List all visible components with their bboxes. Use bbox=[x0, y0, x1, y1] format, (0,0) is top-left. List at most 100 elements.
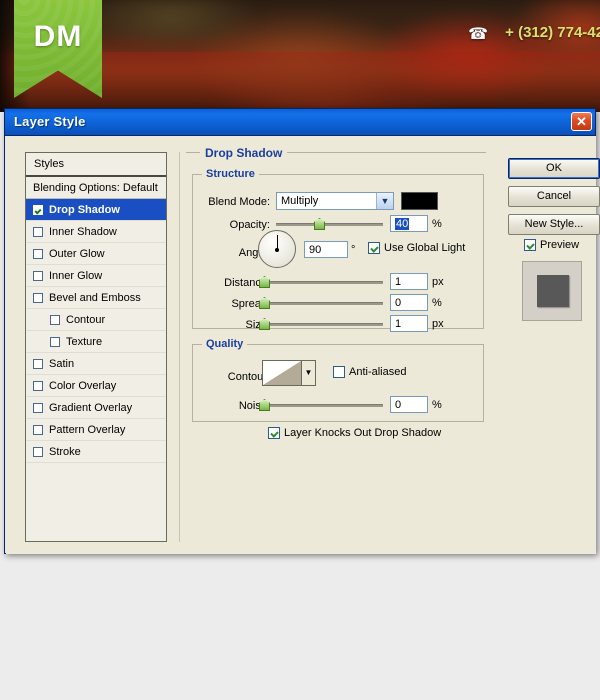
distance-input[interactable]: 1 bbox=[390, 273, 428, 290]
site-banner: DM ☎ + (312) 774-42 bbox=[0, 0, 600, 112]
style-label: Drop Shadow bbox=[49, 203, 120, 216]
opacity-value: 40 bbox=[395, 218, 410, 230]
style-label: Gradient Overlay bbox=[49, 401, 133, 414]
ok-button[interactable]: OK bbox=[508, 158, 600, 179]
bevel-emboss-checkbox[interactable] bbox=[33, 292, 43, 303]
use-global-light-label: Use Global Light bbox=[384, 242, 466, 254]
sidebar-item-inner-glow[interactable]: Inner Glow bbox=[26, 265, 166, 287]
phone-icon: ☎ bbox=[468, 26, 488, 43]
color-overlay-checkbox[interactable] bbox=[33, 380, 43, 391]
use-global-light-option[interactable]: Use Global Light bbox=[368, 242, 465, 254]
sidebar-item-bevel-and-emboss[interactable]: Bevel and Emboss bbox=[26, 287, 166, 309]
preview-thumbnail bbox=[522, 261, 582, 321]
cancel-button[interactable]: Cancel bbox=[508, 186, 600, 207]
drop-shadow-settings-panel: Drop Shadow Structure Blend Mode: Multip… bbox=[179, 146, 491, 542]
layer-knocks-out-label: Layer Knocks Out Drop Shadow bbox=[284, 427, 442, 439]
contour-checkbox[interactable] bbox=[50, 314, 60, 325]
spread-slider[interactable] bbox=[259, 297, 383, 309]
pattern-overlay-checkbox[interactable] bbox=[33, 424, 43, 435]
sidebar-item-stroke[interactable]: Stroke bbox=[26, 441, 166, 463]
opacity-unit: % bbox=[432, 218, 442, 230]
inner-glow-checkbox[interactable] bbox=[33, 270, 43, 281]
spread-input[interactable]: 0 bbox=[390, 294, 428, 311]
preview-option[interactable]: Preview bbox=[524, 239, 579, 251]
sidebar-item-gradient-overlay[interactable]: Gradient Overlay bbox=[26, 397, 166, 419]
style-label: Stroke bbox=[49, 445, 81, 458]
structure-legend: Structure bbox=[202, 168, 259, 180]
dialog-title: Layer Style bbox=[14, 114, 86, 129]
inner-shadow-checkbox[interactable] bbox=[33, 226, 43, 237]
texture-checkbox[interactable] bbox=[50, 336, 60, 347]
layer-style-dialog: Layer Style ✕ Styles Blending Options: D… bbox=[4, 108, 600, 554]
angle-input[interactable]: 90 bbox=[304, 241, 348, 258]
spread-slider-thumb[interactable] bbox=[259, 297, 270, 309]
preview-thumbnail-square bbox=[537, 275, 569, 307]
drop-shadow-section-rule: Drop Shadow bbox=[186, 146, 486, 165]
dialog-titlebar[interactable]: Layer Style ✕ bbox=[5, 109, 595, 136]
style-label: Satin bbox=[49, 357, 75, 370]
size-slider-track bbox=[259, 323, 383, 326]
size-unit: px bbox=[432, 318, 444, 330]
layer-knocks-out-checkbox[interactable] bbox=[268, 427, 280, 439]
spread-slider-track bbox=[259, 302, 383, 305]
noise-input[interactable]: 0 bbox=[390, 396, 428, 413]
sidebar-item-color-overlay[interactable]: Color Overlay bbox=[26, 375, 166, 397]
sidebar-item-drop-shadow[interactable]: Drop Shadow bbox=[26, 199, 166, 221]
sidebar-item-blending-options[interactable]: Blending Options: Default bbox=[26, 177, 166, 199]
distance-slider-track bbox=[259, 281, 383, 284]
opacity-label: Opacity: bbox=[229, 219, 270, 231]
opacity-input[interactable]: 40 bbox=[390, 215, 428, 232]
opacity-slider[interactable] bbox=[276, 218, 383, 230]
gradient-overlay-checkbox[interactable] bbox=[33, 402, 43, 413]
style-label: Contour bbox=[66, 313, 106, 326]
close-icon[interactable]: ✕ bbox=[571, 112, 592, 131]
size-input[interactable]: 1 bbox=[390, 315, 428, 332]
style-label: Inner Shadow bbox=[49, 225, 117, 238]
contour-preview[interactable] bbox=[262, 360, 302, 386]
noise-unit: % bbox=[432, 399, 442, 411]
satin-checkbox[interactable] bbox=[33, 358, 43, 369]
size-slider-thumb[interactable] bbox=[259, 318, 270, 330]
stroke-checkbox[interactable] bbox=[33, 446, 43, 457]
noise-slider-track bbox=[259, 404, 383, 407]
chevron-down-icon[interactable]: ▼ bbox=[376, 193, 393, 209]
sidebar-item-contour[interactable]: Contour bbox=[26, 309, 166, 331]
shadow-color-swatch[interactable] bbox=[401, 192, 438, 210]
preview-checkbox[interactable] bbox=[524, 239, 536, 251]
style-label: Color Overlay bbox=[49, 379, 117, 392]
sidebar-item-satin[interactable]: Satin bbox=[26, 353, 166, 375]
noise-slider[interactable] bbox=[259, 399, 383, 411]
sidebar-item-texture[interactable]: Texture bbox=[26, 331, 166, 353]
blend-mode-select[interactable]: Multiply ▼ bbox=[276, 192, 394, 210]
noise-slider-thumb[interactable] bbox=[259, 399, 270, 411]
page-root: DM ☎ + (312) 774-42 Layer Style ✕ Styles… bbox=[0, 0, 600, 700]
new-style-button[interactable]: New Style... bbox=[508, 214, 600, 235]
phone-number[interactable]: + (312) 774-42 bbox=[505, 24, 600, 41]
contour-dropdown-arrow[interactable]: ▼ bbox=[302, 360, 316, 386]
layer-knocks-out-option[interactable]: Layer Knocks Out Drop Shadow bbox=[268, 427, 441, 439]
angle-unit: ° bbox=[351, 244, 356, 256]
spread-unit: % bbox=[432, 297, 442, 309]
sidebar-item-outer-glow[interactable]: Outer Glow bbox=[26, 243, 166, 265]
contour-label: Contour: bbox=[227, 371, 270, 383]
distance-slider[interactable] bbox=[259, 276, 383, 288]
opacity-slider-thumb[interactable] bbox=[314, 218, 325, 230]
anti-aliased-checkbox[interactable] bbox=[333, 366, 345, 378]
style-label: Outer Glow bbox=[49, 247, 105, 260]
distance-unit: px bbox=[432, 276, 444, 288]
angle-dial[interactable] bbox=[258, 230, 296, 268]
anti-aliased-option[interactable]: Anti-aliased bbox=[333, 366, 406, 378]
section-title: Drop Shadow bbox=[200, 146, 288, 160]
drop-shadow-checkbox[interactable] bbox=[33, 204, 43, 215]
dialog-body: Styles Blending Options: Default Drop Sh… bbox=[6, 136, 600, 554]
sidebar-item-inner-shadow[interactable]: Inner Shadow bbox=[26, 221, 166, 243]
style-label: Texture bbox=[66, 335, 103, 348]
sidebar-item-pattern-overlay[interactable]: Pattern Overlay bbox=[26, 419, 166, 441]
styles-list-header: Styles bbox=[26, 153, 166, 177]
size-slider[interactable] bbox=[259, 318, 383, 330]
style-label: Inner Glow bbox=[49, 269, 103, 282]
contour-curve-graphic bbox=[263, 361, 301, 385]
use-global-light-checkbox[interactable] bbox=[368, 242, 380, 254]
distance-slider-thumb[interactable] bbox=[259, 276, 270, 288]
outer-glow-checkbox[interactable] bbox=[33, 248, 43, 259]
